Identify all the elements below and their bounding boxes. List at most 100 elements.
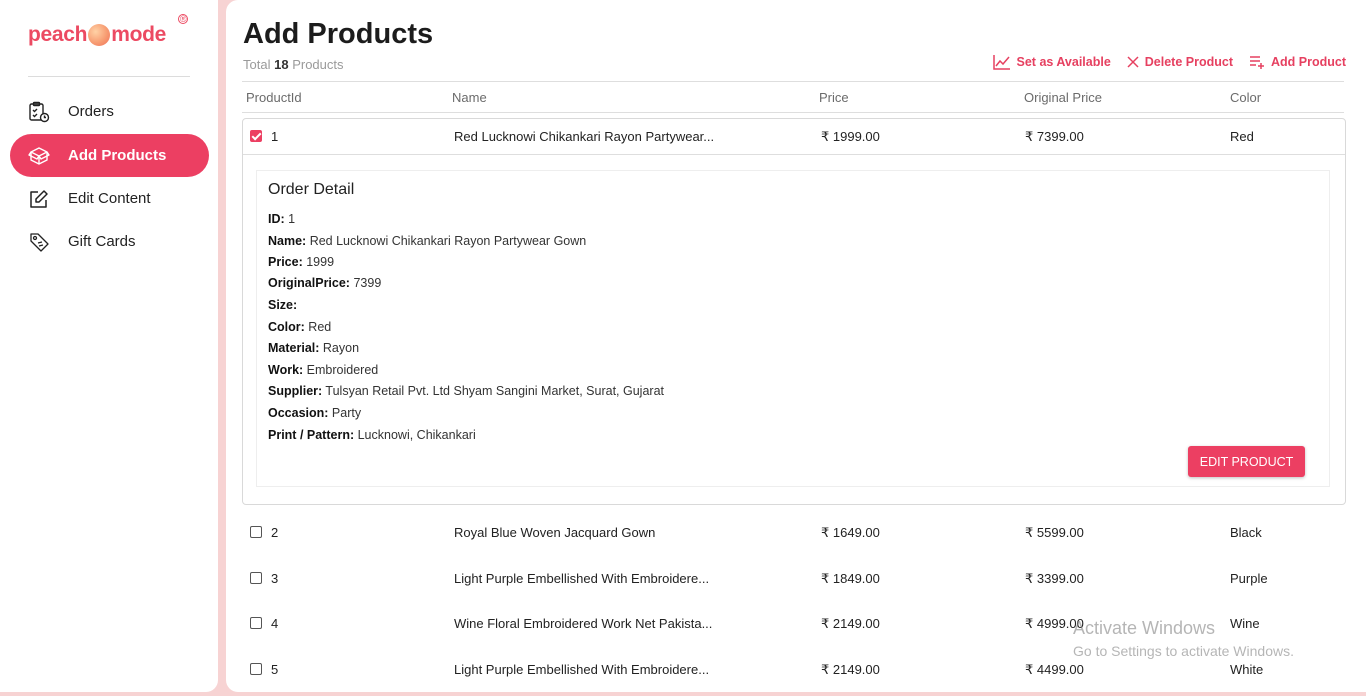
cell-color: Black xyxy=(1230,525,1262,540)
sidebar: peach mode ® Orders Add Products Edit Co… xyxy=(0,0,218,692)
cell-original-price: ₹ 3399.00 xyxy=(1025,571,1084,586)
detail-value: Rayon xyxy=(322,341,360,355)
total-suffix: Products xyxy=(292,57,344,72)
column-header-original-price[interactable]: Original Price xyxy=(1024,90,1102,105)
row-checkbox[interactable] xyxy=(250,526,262,538)
detail-label: Occasion: xyxy=(268,406,329,420)
cell-productid: 3 xyxy=(271,571,279,586)
cell-price: ₹ 1999.00 xyxy=(821,129,880,144)
detail-size: Size: xyxy=(268,298,297,312)
cell-productid: 1 xyxy=(271,129,279,144)
edit-icon xyxy=(28,188,50,210)
detail-pattern: Print / Pattern: Lucknowi, Chikankari xyxy=(268,428,476,442)
cell-price: ₹ 2149.00 xyxy=(821,662,880,677)
detail-value: Red Lucknowi Chikankari Rayon Partywear … xyxy=(309,234,587,248)
detail-label: Price: xyxy=(268,255,303,269)
row-divider xyxy=(243,154,1345,155)
detail-original-price: OriginalPrice: 7399 xyxy=(268,276,381,290)
peach-icon xyxy=(88,24,111,46)
tag-icon xyxy=(28,231,50,253)
detail-occasion: Occasion: Party xyxy=(268,406,361,420)
cell-color: Red xyxy=(1230,129,1254,144)
detail-value: Red xyxy=(308,320,332,334)
cell-price: ₹ 2149.00 xyxy=(821,616,880,631)
table-row[interactable]: 3 Light Purple Embellished With Embroide… xyxy=(242,560,1346,596)
row-checkbox[interactable] xyxy=(250,572,262,584)
detail-price: Price: 1999 xyxy=(268,255,334,269)
activate-windows-subtitle: Go to Settings to activate Windows. xyxy=(1073,643,1294,659)
detail-color: Color: Red xyxy=(268,320,331,334)
detail-value: Embroidered xyxy=(306,363,379,377)
column-header-color[interactable]: Color xyxy=(1230,90,1261,105)
close-icon xyxy=(1127,56,1139,68)
set-available-label: Set as Available xyxy=(1016,55,1111,69)
sidebar-item-orders[interactable]: Orders xyxy=(10,90,209,133)
row-checkbox[interactable] xyxy=(250,617,262,629)
detail-id: ID: 1 xyxy=(268,212,295,226)
cell-color: Purple xyxy=(1230,571,1268,586)
sidebar-item-gift-cards[interactable]: Gift Cards xyxy=(10,220,209,263)
cell-original-price: ₹ 5599.00 xyxy=(1025,525,1084,540)
table-row[interactable]: 1 Red Lucknowi Chikankari Rayon Partywea… xyxy=(242,118,1346,154)
playlist-add-icon xyxy=(1250,56,1264,69)
cell-name: Light Purple Embellished With Embroidere… xyxy=(454,571,710,586)
detail-work: Work: Embroidered xyxy=(268,363,378,377)
delete-product-button[interactable]: Delete Product xyxy=(1127,54,1233,70)
cell-original-price: ₹ 4499.00 xyxy=(1025,662,1084,677)
detail-value: Lucknowi, Chikankari xyxy=(357,428,476,442)
table-header-divider xyxy=(242,112,1344,113)
logo-text-left: peach xyxy=(28,23,88,46)
detail-supplier: Supplier: Tulsyan Retail Pvt. Ltd Shyam … xyxy=(268,384,664,398)
cell-productid: 2 xyxy=(271,525,279,540)
sidebar-item-label: Edit Content xyxy=(68,190,151,207)
sidebar-item-label: Orders xyxy=(68,103,114,120)
cell-color: White xyxy=(1230,662,1264,677)
add-product-button[interactable]: Add Product xyxy=(1249,54,1346,70)
detail-label: Material: xyxy=(268,341,320,355)
detail-value: Party xyxy=(331,406,362,420)
cell-name: Red Lucknowi Chikankari Rayon Partywear.… xyxy=(454,129,715,144)
cell-color: Wine xyxy=(1230,616,1260,631)
detail-label: Print / Pattern: xyxy=(268,428,355,442)
detail-label: OriginalPrice: xyxy=(268,276,350,290)
column-header-name[interactable]: Name xyxy=(452,90,487,105)
detail-value: 1999 xyxy=(306,255,335,269)
row-checkbox[interactable] xyxy=(250,130,262,142)
order-detail-title: Order Detail xyxy=(268,181,355,198)
box-icon xyxy=(28,145,50,167)
sidebar-item-edit-content[interactable]: Edit Content xyxy=(10,177,209,220)
toolbar-actions: Set as Available Delete Product Add Prod… xyxy=(992,54,1346,70)
cell-original-price: ₹ 7399.00 xyxy=(1025,129,1084,144)
column-header-price[interactable]: Price xyxy=(819,90,849,105)
cell-name: Wine Floral Embroidered Work Net Pakista… xyxy=(454,616,713,631)
row-checkbox[interactable] xyxy=(250,663,262,675)
detail-value: 7399 xyxy=(353,276,382,290)
detail-value: Tulsyan Retail Pvt. Ltd Shyam Sangini Ma… xyxy=(325,384,664,398)
cell-productid: 4 xyxy=(271,616,279,631)
detail-material: Material: Rayon xyxy=(268,341,359,355)
sidebar-item-label: Add Products xyxy=(68,147,167,164)
set-available-button[interactable]: Set as Available xyxy=(992,54,1111,70)
activate-windows-title: Activate Windows xyxy=(1073,618,1216,638)
sidebar-item-label: Gift Cards xyxy=(68,233,136,250)
detail-label: Supplier: xyxy=(268,384,323,398)
detail-label: ID: xyxy=(268,212,285,226)
column-header-productid[interactable]: ProductId xyxy=(246,90,302,105)
peachmode-logo[interactable]: peach mode ® xyxy=(28,14,198,52)
order-detail-card: Order Detail ID: 1 Name: Red Lucknowi Ch… xyxy=(256,170,1330,487)
cell-price: ₹ 1849.00 xyxy=(821,571,880,586)
logo-text-right: mode xyxy=(111,23,167,46)
total-count: 18 xyxy=(274,57,289,72)
detail-label: Name: xyxy=(268,234,307,248)
trend-chart-icon xyxy=(992,55,1010,70)
table-row[interactable]: 2 Royal Blue Woven Jacquard Gown ₹ 1649.… xyxy=(242,514,1346,550)
main-panel: Add Products Total 18 Products Set as Av… xyxy=(226,0,1366,692)
edit-product-button[interactable]: EDIT PRODUCT xyxy=(1188,446,1305,477)
detail-label: Size: xyxy=(268,298,298,312)
detail-value: 1 xyxy=(288,212,296,226)
cell-productid: 5 xyxy=(271,662,279,677)
page-title: Add Products xyxy=(243,18,434,50)
cell-name: Royal Blue Woven Jacquard Gown xyxy=(454,525,656,540)
delete-product-label: Delete Product xyxy=(1144,55,1233,69)
sidebar-item-add-products[interactable]: Add Products xyxy=(10,134,209,177)
